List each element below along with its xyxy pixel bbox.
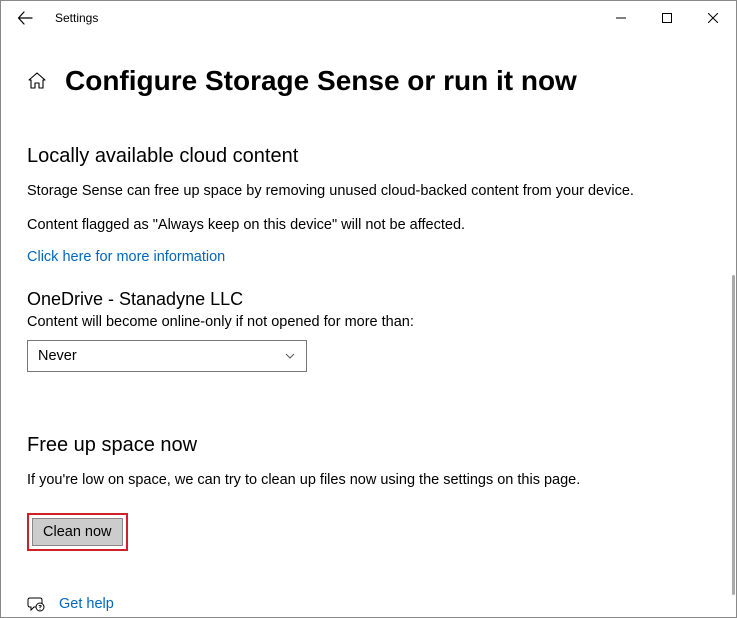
titlebar: Settings [1,1,736,35]
page-header: Configure Storage Sense or run it now [27,65,710,97]
retention-select-value: Never [38,348,77,364]
window-title: Settings [55,11,98,25]
cloud-desc-1: Storage Sense can free up space by remov… [27,182,710,202]
maximize-icon [662,13,672,23]
page-title: Configure Storage Sense or run it now [65,65,577,97]
window-controls [598,2,736,34]
content-area: Configure Storage Sense or run it now Lo… [1,35,736,613]
onedrive-account-desc: Content will become online-only if not o… [27,314,710,330]
close-icon [708,13,718,23]
close-button[interactable] [690,2,736,34]
free-space-heading: Free up space now [27,434,710,457]
chevron-down-icon [284,350,296,362]
scrollbar[interactable] [731,35,735,616]
minimize-button[interactable] [598,2,644,34]
help-row: Get help [27,595,710,613]
cloud-desc-2: Content flagged as "Always keep on this … [27,216,710,236]
help-chat-icon [27,595,45,613]
free-space-desc: If you're low on space, we can try to cl… [27,471,710,491]
more-info-link[interactable]: Click here for more information [27,249,710,265]
back-button[interactable] [9,2,41,34]
home-icon[interactable] [27,71,47,91]
onedrive-account-heading: OneDrive - Stanadyne LLC [27,289,710,310]
maximize-button[interactable] [644,2,690,34]
cloud-section-heading: Locally available cloud content [27,145,710,168]
back-arrow-icon [17,10,33,26]
clean-now-button[interactable]: Clean now [32,518,123,546]
scrollbar-thumb[interactable] [732,275,735,595]
minimize-icon [616,13,626,23]
retention-select[interactable]: Never [27,340,307,372]
clean-now-highlight: Clean now [27,513,128,551]
get-help-link[interactable]: Get help [59,596,114,612]
